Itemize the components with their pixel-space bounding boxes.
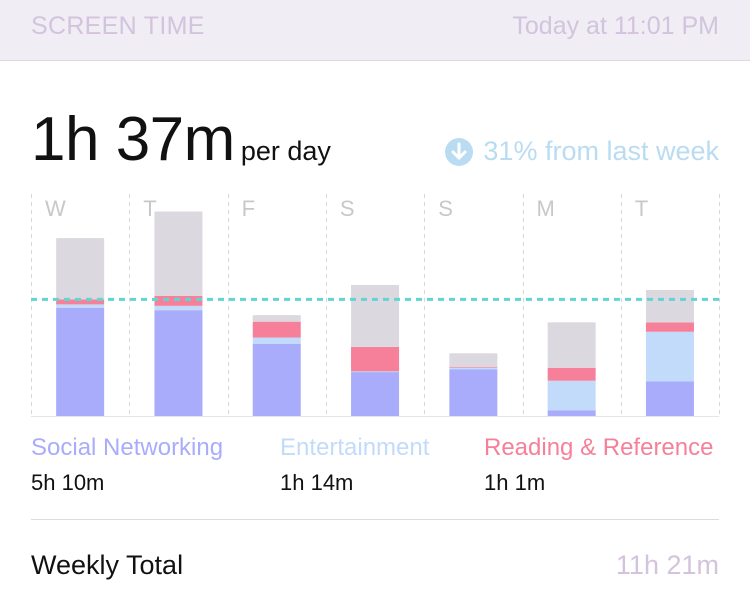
bar-top-cap bbox=[56, 238, 105, 245]
bar-entertainment-segment bbox=[449, 367, 498, 370]
bar-top-cap bbox=[547, 322, 596, 329]
bar-top-cap bbox=[449, 353, 498, 360]
daily-average-value: 1h 37m bbox=[31, 105, 235, 174]
legend-entertainment: Entertainment 1h 14m bbox=[280, 434, 429, 496]
bar-social-segment bbox=[252, 344, 301, 416]
legend-reading-value: 1h 1m bbox=[484, 470, 546, 495]
legend-reading-label: Reading & Reference bbox=[484, 434, 714, 461]
legend-social-value: 5h 10m bbox=[31, 470, 105, 495]
bar-entertainment-segment bbox=[547, 380, 596, 411]
bar-social-segment bbox=[154, 310, 203, 416]
bar-entertainment-segment bbox=[154, 305, 203, 311]
bar-entertainment-segment bbox=[645, 331, 694, 382]
day-label: F bbox=[242, 196, 255, 221]
day-label: T bbox=[635, 196, 648, 221]
header-timestamp: Today at 11:01 PM bbox=[512, 12, 719, 40]
bar-entertainment-segment bbox=[252, 337, 301, 344]
bar-social-segment bbox=[645, 381, 694, 416]
bar-reading-segment bbox=[252, 321, 301, 338]
day-label: M bbox=[537, 196, 555, 221]
divider bbox=[31, 519, 719, 520]
bar-other-segment bbox=[547, 322, 596, 368]
bar-reading-segment bbox=[449, 367, 498, 368]
bar-reading-segment bbox=[547, 367, 596, 381]
weekly-change: 31% from last week bbox=[445, 136, 719, 167]
weekly-total-value: 11h 21m bbox=[615, 550, 719, 580]
bar-top-cap bbox=[645, 290, 694, 296]
legend-social: Social Networking 5h 10m bbox=[31, 434, 223, 496]
daily-average-unit: per day bbox=[240, 136, 331, 166]
bar-other-segment bbox=[351, 284, 400, 347]
legend-reading: Reading & Reference 1h 1m bbox=[484, 434, 713, 496]
bar-social-segment bbox=[547, 410, 596, 416]
bar-top-cap bbox=[154, 211, 203, 218]
day-label: W bbox=[45, 196, 66, 221]
header-title: SCREEN TIME bbox=[31, 12, 205, 40]
day-label: S bbox=[438, 196, 453, 221]
bar-social-segment bbox=[449, 369, 498, 416]
bar-other-segment bbox=[56, 238, 105, 300]
day-label: T bbox=[143, 196, 156, 221]
bar-reading-segment bbox=[351, 346, 400, 372]
bar-top-cap bbox=[252, 315, 301, 322]
bar-entertainment-segment bbox=[351, 371, 400, 373]
bar-top-cap bbox=[351, 284, 400, 291]
bar-entertainment-segment bbox=[56, 304, 105, 308]
weekly-change-text: 31% from last week bbox=[483, 136, 719, 166]
arrow-down-circle-icon bbox=[445, 137, 474, 166]
bar-reading-segment bbox=[645, 322, 694, 332]
weekly-total-label[interactable]: Weekly Total bbox=[31, 550, 183, 581]
bar-social-segment bbox=[351, 372, 400, 416]
daily-usage-chart: WTFSSMT bbox=[31, 194, 720, 417]
legend-entertainment-value: 1h 14m bbox=[280, 470, 354, 495]
legend-social-label: Social Networking bbox=[31, 434, 224, 461]
legend-entertainment-label: Entertainment bbox=[280, 434, 430, 461]
bar-social-segment bbox=[56, 308, 105, 416]
bar-other-segment bbox=[154, 211, 203, 296]
daily-average: 1h 37m per day bbox=[31, 104, 331, 175]
day-label: S bbox=[340, 196, 355, 221]
screen-time-header: SCREEN TIME Today at 11:01 PM bbox=[0, 0, 750, 61]
